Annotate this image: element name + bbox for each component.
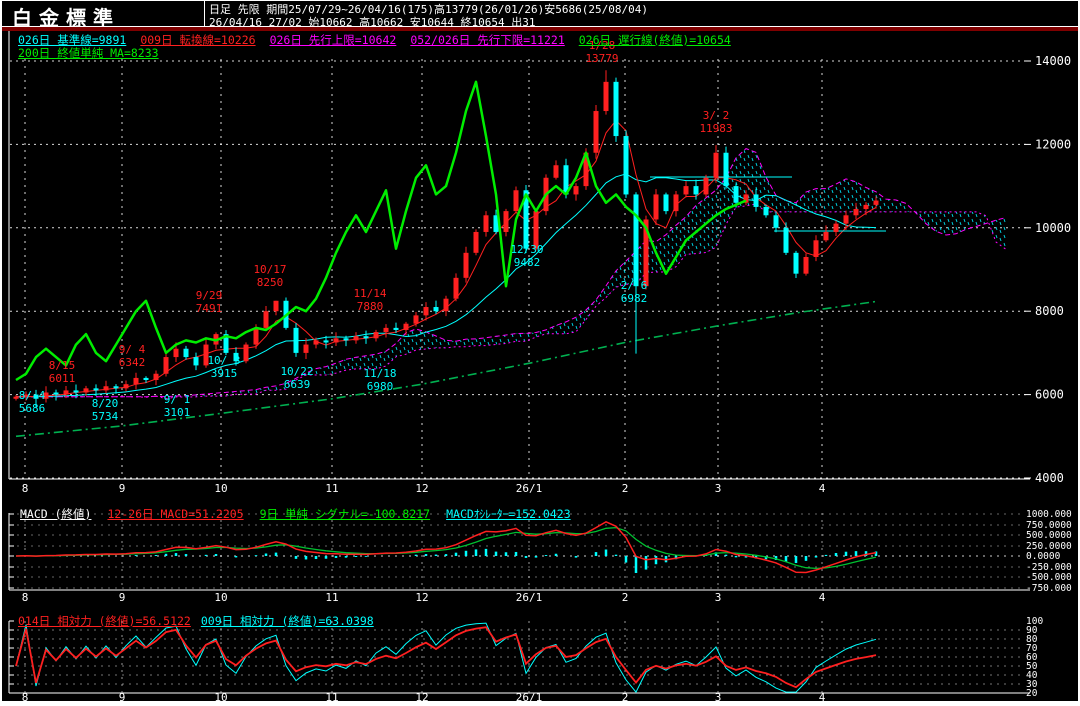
svg-text:0.0000: 0.0000	[1026, 551, 1061, 562]
svg-text:3/ 2: 3/ 2	[703, 109, 730, 122]
legend-macd-title[interactable]: MACD (終値)	[20, 506, 91, 522]
svg-text:11/14: 11/14	[353, 287, 386, 300]
svg-text:2/ 6: 2/ 6	[621, 279, 648, 292]
indicator-legend-row2: 200日 終値単純 MA=8233	[18, 45, 159, 61]
svg-text:12/30: 12/30	[510, 243, 543, 256]
svg-text:8/20: 8/20	[92, 397, 119, 410]
svg-text:10: 10	[214, 482, 227, 495]
svg-text:11: 11	[325, 591, 338, 604]
svg-text:6342: 6342	[119, 356, 146, 369]
svg-text:3101: 3101	[164, 406, 191, 419]
macd-line	[15, 520, 877, 574]
svg-text:10/ 3: 10/ 3	[207, 354, 240, 367]
title-separator	[204, 1, 205, 26]
legend-senko-lower[interactable]: 052/026日 先行下限=11221	[410, 32, 564, 48]
accent-bar	[2, 27, 1078, 31]
svg-text:4000: 4000	[1035, 471, 1064, 485]
main-price-panel: 1400012000100008000600040008889991010101…	[8, 31, 1071, 704]
legend-ma200[interactable]: 200日 終値単純 MA=8233	[18, 45, 159, 61]
svg-text:10/17: 10/17	[253, 263, 286, 276]
svg-text:7491: 7491	[196, 302, 223, 315]
svg-text:26/1: 26/1	[516, 482, 543, 495]
legend-rsi14[interactable]: 014日 相対力 (終値)=56.5122	[18, 613, 191, 629]
svg-text:7880: 7880	[357, 300, 384, 313]
svg-text:9: 9	[119, 482, 126, 495]
svg-text:-500.000: -500.000	[1026, 572, 1072, 583]
chart-canvas[interactable]: 1400012000100008000600040008889991010101…	[2, 1, 1080, 706]
svg-text:6000: 6000	[1035, 388, 1064, 402]
legend-macd-line[interactable]: 12-26日 MACD=51.2205	[107, 506, 243, 522]
legend-senko-upper[interactable]: 026日 先行上限=10642	[270, 32, 397, 48]
svg-text:6982: 6982	[621, 292, 648, 305]
svg-text:12000: 12000	[1035, 137, 1071, 151]
svg-text:3: 3	[715, 482, 722, 495]
svg-text:-750.000: -750.000	[1026, 583, 1072, 594]
svg-text:9/ 4: 9/ 4	[119, 343, 146, 356]
legend-macd-signal[interactable]: 9日 単純 シグナル=-100.8217	[260, 506, 431, 522]
svg-text:26/1: 26/1	[516, 591, 543, 604]
svg-text:3915: 3915	[211, 367, 238, 380]
svg-text:4: 4	[819, 591, 826, 604]
svg-text:6011: 6011	[49, 372, 76, 385]
svg-text:12: 12	[415, 482, 428, 495]
macd-legend-row: MACD (終値) 12-26日 MACD=51.2205 9日 単純 シグナル…	[20, 506, 571, 522]
svg-text:11/18: 11/18	[363, 367, 396, 380]
svg-text:9: 9	[119, 591, 126, 604]
svg-text:4: 4	[819, 482, 826, 495]
svg-text:3: 3	[715, 591, 722, 604]
svg-text:1000.000: 1000.000	[1026, 509, 1072, 520]
legend-macd-osc[interactable]: MACDｵｼﾚｰﾀｰ=152.0423	[446, 506, 571, 522]
svg-text:12: 12	[415, 591, 428, 604]
svg-text:8/ 4: 8/ 4	[19, 389, 46, 402]
svg-text:10: 10	[214, 591, 227, 604]
svg-text:8/15: 8/15	[49, 359, 76, 372]
svg-text:14000: 14000	[1035, 54, 1071, 68]
svg-text:8000: 8000	[1035, 304, 1064, 318]
svg-text:10000: 10000	[1035, 221, 1071, 235]
svg-text:13779: 13779	[585, 52, 618, 65]
svg-text:6980: 6980	[367, 380, 394, 393]
svg-text:10/22: 10/22	[280, 365, 313, 378]
svg-text:9/ 1: 9/ 1	[164, 393, 191, 406]
app-window: 14000 12000 10000 8000 6000 4000 8 8 8 9 9 9 10 10 10 1…	[0, 0, 1080, 706]
legend-rsi9[interactable]: 009日 相対力 (終値)=63.0398	[201, 613, 374, 629]
legend-chikou[interactable]: 026日 遅行線(終値)=10654	[579, 32, 731, 48]
svg-text:9482: 9482	[514, 256, 541, 269]
svg-text:5734: 5734	[92, 410, 119, 423]
svg-text:11: 11	[325, 482, 338, 495]
svg-text:11983: 11983	[699, 122, 732, 135]
svg-text:2: 2	[622, 591, 629, 604]
bottom-frame-bar	[2, 701, 1078, 706]
svg-text:5686: 5686	[19, 402, 46, 415]
title-bar: 白金標準 日足 先限 期間25/07/29~26/04/16(175)高1377…	[2, 1, 1078, 30]
svg-text:6639: 6639	[284, 378, 311, 391]
rsi9-line	[15, 622, 877, 694]
svg-text:8: 8	[22, 591, 29, 604]
svg-text:9/29: 9/29	[196, 289, 223, 302]
svg-text:500.0000: 500.0000	[1026, 530, 1072, 541]
svg-text:8250: 8250	[257, 276, 284, 289]
rsi-legend-row: 014日 相対力 (終値)=56.5122 009日 相対力 (終値)=63.0…	[18, 613, 374, 629]
svg-text:2: 2	[622, 482, 629, 495]
svg-text:8: 8	[22, 482, 29, 495]
